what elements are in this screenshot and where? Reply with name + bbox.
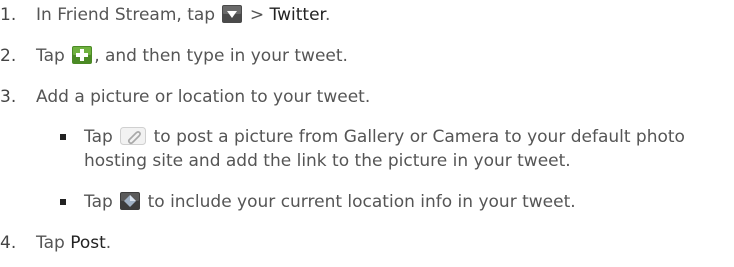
paperclip-icon[interactable] (120, 127, 147, 151)
location-icon[interactable] (120, 192, 141, 216)
bullet-text: Tap to post a picture from Gallery or Ca… (84, 127, 734, 172)
step-number: 1. (0, 5, 17, 25)
bullet-marker (60, 134, 66, 140)
step-number: 4. (0, 233, 17, 253)
step-text: Add a picture or location to your tweet. (36, 87, 371, 107)
step-number: 3. (0, 87, 17, 107)
bullet-text-pre: Tap (84, 192, 113, 212)
post-label: Post (70, 233, 106, 253)
twitter-label: Twitter (269, 5, 325, 25)
step-number: 2. (0, 46, 17, 66)
step-text-pre: Tap (36, 233, 71, 253)
bullet-text: Tap to include your current location inf… (84, 192, 734, 216)
bullet-text-post: to include your current location info in… (147, 192, 576, 212)
step-text-pre: Tap (36, 46, 65, 66)
step-text: Tap Post. (36, 233, 111, 253)
step-text-post: , and then type in your tweet. (94, 46, 348, 66)
bullet-text-post: to post a picture from Gallery or Camera… (84, 127, 685, 171)
step-text: In Friend Stream, tap > Twitter. (36, 5, 330, 28)
bullet-item: Tap to post a picture from Gallery or Ca… (60, 127, 730, 191)
step-text-post: . (324, 5, 331, 25)
step-text-pre: In Friend Stream, tap (36, 5, 216, 25)
dropdown-arrow-icon[interactable] (222, 5, 243, 28)
bullet-item: Tap to include your current location inf… (60, 192, 730, 214)
step-text: Tap , and then type in your tweet. (36, 46, 348, 69)
bullet-text-pre: Tap (84, 127, 113, 147)
plus-icon[interactable] (72, 46, 93, 69)
step-text-post: . (105, 233, 112, 253)
bullet-marker (60, 199, 66, 205)
step-text-mid: > (244, 5, 270, 25)
